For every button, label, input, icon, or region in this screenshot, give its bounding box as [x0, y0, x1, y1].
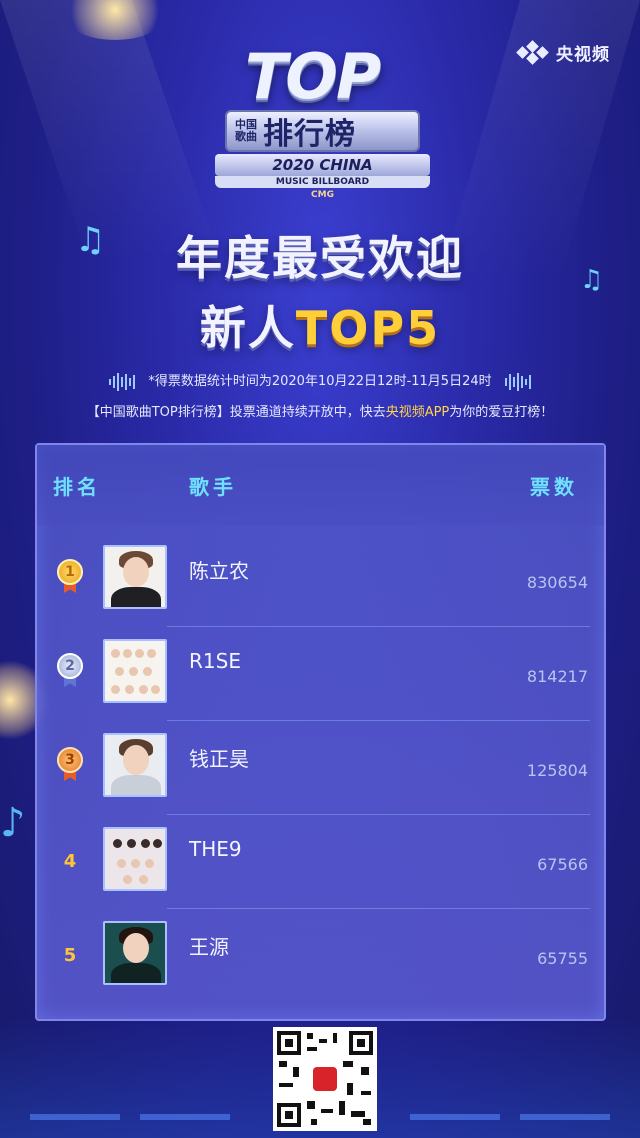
table-row[interactable]: 2 R1SE 814217: [37, 627, 604, 721]
notice-line1: *得票数据统计时间为2020年10月22日12时-11月5日24时: [148, 374, 492, 389]
yangshipin-icon: [313, 1067, 337, 1091]
table-row[interactable]: 4 THE9 67566: [37, 815, 604, 909]
brand-label: 央视频: [556, 45, 610, 65]
poster: 央视频 TOP 中国 歌曲 排行榜 2020 CHINA MUSIC BILLB…: [0, 0, 640, 1138]
singer-name: THE9: [189, 837, 242, 861]
notice-line1-wrap: *得票数据统计时间为2020年10月22日12时-11月5日24时: [100, 370, 540, 391]
avatar: [103, 639, 167, 703]
logo-plate: 中国 歌曲 排行榜: [225, 110, 420, 152]
music-note-icon: ♪: [0, 800, 26, 846]
ranking-table: 排名 歌手 票数 1 陈立农 830654 2 R1SE 814217 3 钱正…: [35, 443, 606, 1021]
top-chart-logo: TOP 中国 歌曲 排行榜 2020 CHINA MUSIC BILLBOARD…: [215, 40, 430, 200]
singer-name: R1SE: [189, 649, 241, 673]
title-line2: 新人TOP5: [0, 292, 640, 358]
cmg-logo: CMG: [311, 190, 334, 200]
rank-number: 4: [63, 851, 77, 872]
notice-line2-suffix: 为你的爱豆打榜！: [449, 404, 554, 420]
title-line2-white: 新人: [199, 301, 296, 355]
sound-wave-icon: [108, 372, 136, 391]
header-singer: 歌手: [189, 474, 237, 499]
notice-line2-prefix: 【中国歌曲TOP排行榜】投票通道持续开放中，快去: [86, 404, 386, 420]
table-row[interactable]: 1 陈立农 830654: [37, 533, 604, 627]
bronze-medal-icon: 3: [57, 747, 83, 783]
yangshipin-icon: [516, 39, 549, 65]
brand-logo[interactable]: 央视频: [516, 39, 610, 65]
header-rank: 排名: [53, 474, 101, 499]
page-title: 年度最受欢迎 新人TOP5: [0, 222, 640, 358]
avatar: [103, 827, 167, 891]
singer-name: 钱正昊: [189, 747, 249, 771]
singer-name: 陈立农: [189, 559, 249, 583]
table-row[interactable]: 3 钱正昊 125804: [37, 721, 604, 815]
logo-main-text: 排行榜: [263, 117, 356, 152]
logo-small-line2: 歌曲: [235, 130, 257, 143]
table-row[interactable]: 5 王源 65755: [37, 909, 604, 1003]
vote-count: 814217: [526, 667, 588, 686]
sound-wave-icon: [504, 372, 532, 391]
qr-grid: [277, 1031, 373, 1127]
logo-year: 2020 CHINA: [215, 154, 430, 176]
vote-count: 830654: [526, 573, 588, 592]
vote-count: 125804: [526, 761, 588, 780]
logo-top-text: TOP: [245, 40, 381, 113]
avatar: [103, 733, 167, 797]
singer-name: 王源: [189, 935, 229, 959]
vote-count: 67566: [537, 855, 588, 874]
notice: *得票数据统计时间为2020年10月22日12时-11月5日24时 【中国歌曲T…: [0, 370, 640, 420]
vote-count: 65755: [537, 949, 588, 968]
avatar: [103, 921, 167, 985]
header-votes: 票数: [530, 474, 578, 499]
logo-sub: MUSIC BILLBOARD: [215, 176, 430, 188]
notice-line2: 【中国歌曲TOP排行榜】投票通道持续开放中，快去央视频APP为你的爱豆打榜！: [0, 401, 640, 420]
notice-app-link[interactable]: 央视频APP: [386, 405, 450, 420]
qr-code[interactable]: [273, 1027, 377, 1131]
rank-number: 5: [63, 945, 77, 966]
title-line2-yellow: TOP5: [295, 301, 441, 355]
gold-medal-icon: 1: [57, 559, 83, 595]
silver-medal-icon: 2: [57, 653, 83, 689]
table-header: 排名 歌手 票数: [37, 445, 604, 525]
avatar: [103, 545, 167, 609]
title-line1: 年度最受欢迎: [176, 231, 464, 285]
